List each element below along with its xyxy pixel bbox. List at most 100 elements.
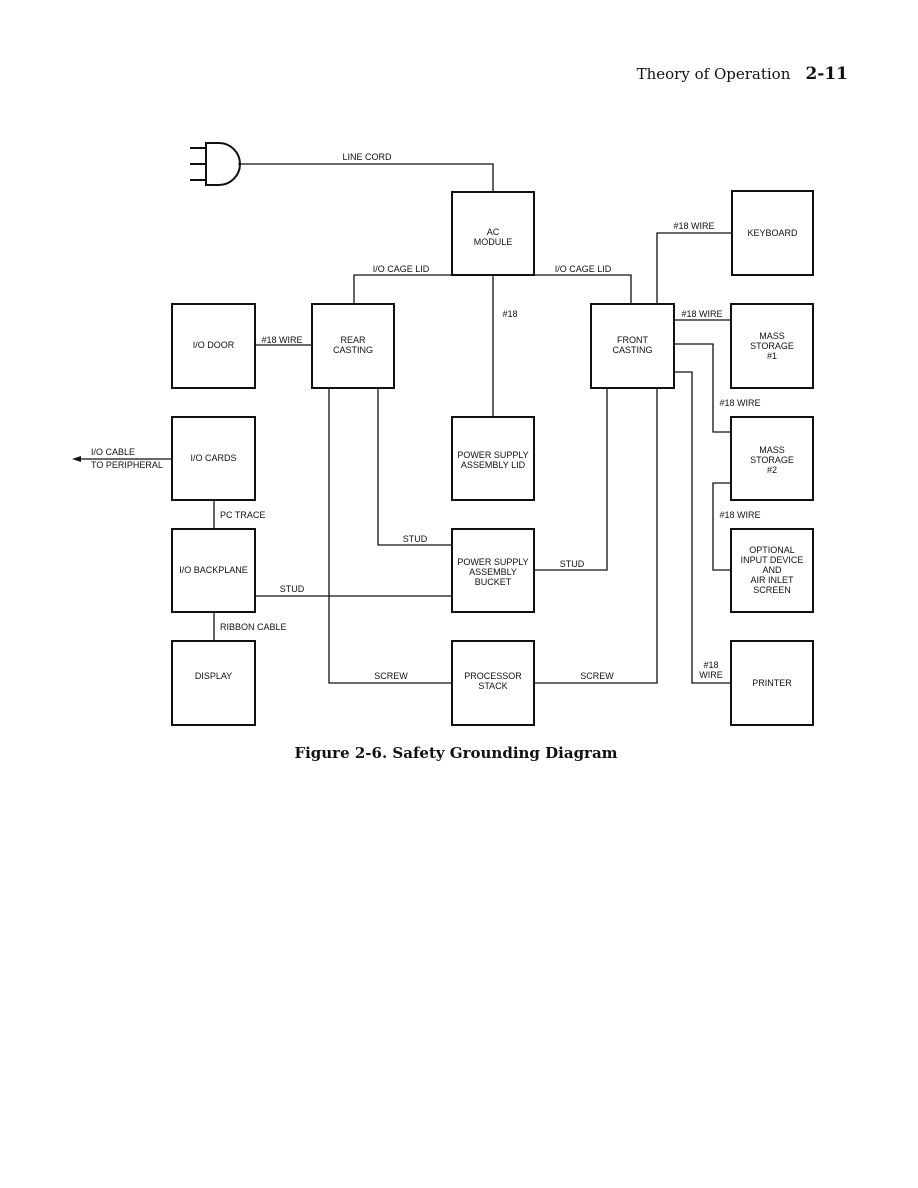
- box-io-backplane: I/O BACKPLANE: [171, 528, 256, 613]
- box-label-line: STORAGE: [750, 341, 794, 351]
- box-label-line: AIR INLET: [750, 575, 794, 585]
- box-frame: [171, 640, 256, 726]
- box-power-supply-bucket: POWER SUPPLY ASSEMBLY BUCKET: [451, 528, 535, 613]
- power-plug-icon: [190, 142, 241, 186]
- wire-label-line: #18 WIRE: [681, 309, 722, 319]
- box-label-line: KEYBOARD: [747, 228, 798, 238]
- box-label-line: INPUT DEVICE: [741, 555, 804, 565]
- wire-label-line: SCREW: [580, 671, 614, 681]
- box-label-line: MASS: [759, 445, 785, 455]
- wire-label-line: RIBBON CABLE: [220, 622, 287, 632]
- box-label-line: FRONT: [617, 335, 648, 345]
- box-label-line: POWER SUPPLY: [457, 450, 528, 460]
- ground-wire: [674, 343, 731, 433]
- box-optional-input: OPTIONAL INPUT DEVICE AND AIR INLET SCREEN: [730, 528, 814, 613]
- box-label-line: ASSEMBLY LID: [461, 460, 526, 470]
- wire-label-line: TO PERIPHERAL: [91, 460, 163, 470]
- wire-label-door-wire: #18 WIRE: [261, 335, 302, 345]
- box-processor-stack: PROCESSOR STACK: [451, 640, 535, 726]
- wire-label-io-cage-lid-right: I/O CAGE LID: [555, 264, 612, 274]
- wire-label-line: I/O CAGE LID: [555, 264, 612, 274]
- box-label-line: CASTING: [333, 345, 373, 355]
- box-power-supply-lid: POWER SUPPLY ASSEMBLY LID: [451, 416, 535, 501]
- wire-label-line: #18 WIRE: [261, 335, 302, 345]
- wire-label-line: I/O CAGE LID: [373, 264, 430, 274]
- wire-label-ms1-wire: #18 WIRE: [681, 309, 722, 319]
- wire-label-rear-stud: STUD: [403, 534, 428, 544]
- figure-caption: Figure 2-6. Safety Grounding Diagram: [294, 744, 618, 762]
- box-label-line: BUCKET: [475, 577, 512, 587]
- box-ac-module: AC MODULE: [451, 191, 535, 276]
- wire-label-keyboard-wire: #18 WIRE: [673, 221, 714, 231]
- box-front-casting: FRONT CASTING: [590, 303, 675, 389]
- wire-label-ribbon-cable: RIBBON CABLE: [220, 622, 287, 632]
- wire-label-line: #18 WIRE: [719, 398, 760, 408]
- box-label-line: DISPLAY: [195, 671, 232, 681]
- wire-label-pc-trace: PC TRACE: [220, 510, 265, 520]
- wire-label-ms2-wire: #18 WIRE: [719, 398, 760, 408]
- wire-label-line: I/O CABLE: [91, 447, 135, 457]
- ground-wire: [238, 163, 494, 192]
- box-label-line: PROCESSOR: [464, 671, 522, 681]
- box-label-line: POWER SUPPLY: [457, 557, 528, 567]
- ground-wire: [712, 482, 731, 571]
- box-label-line: PRINTER: [752, 678, 792, 688]
- box-io-door: I/O DOOR: [171, 303, 256, 389]
- wire-label-front-screw: SCREW: [580, 671, 614, 681]
- wire-label-line: LINE CORD: [342, 152, 392, 162]
- wire-label-line: #18 WIRE: [719, 510, 760, 520]
- ground-wire: [674, 371, 731, 684]
- box-label-line: ASSEMBLY: [469, 567, 517, 577]
- box-label-line: OPTIONAL: [749, 545, 795, 555]
- wire-label-line: #18 WIRE: [673, 221, 714, 231]
- wire-label-line: #18: [703, 660, 718, 670]
- wire-label-line: #18: [502, 309, 517, 319]
- box-label: I/O DOOR: [193, 340, 235, 350]
- box-label-line: STORAGE: [750, 455, 794, 465]
- ground-wire: [656, 232, 732, 304]
- wire-label-line-cord: LINE CORD: [342, 152, 392, 162]
- wire-label-optional-wire: #18 WIRE: [719, 510, 760, 520]
- box-label-line: AC: [487, 227, 500, 237]
- ground-wire: [534, 388, 608, 571]
- box-label-line: MASS: [759, 331, 785, 341]
- box-label: FRONT CASTING: [612, 335, 652, 355]
- arrow-left-icon: [72, 456, 81, 462]
- box-label-line: AND: [762, 565, 782, 575]
- box-keyboard: KEYBOARD: [731, 190, 814, 276]
- box-mass-storage-1: MASS STORAGE #1: [730, 303, 814, 389]
- ground-wire: [328, 388, 452, 684]
- wire-label-backplane-stud: STUD: [280, 584, 305, 594]
- box-label: POWER SUPPLY ASSEMBLY LID: [457, 450, 528, 470]
- box-printer: PRINTER: [730, 640, 814, 726]
- box-label-line: I/O BACKPLANE: [179, 565, 248, 575]
- box-label: KEYBOARD: [747, 228, 798, 238]
- box-mass-storage-2: MASS STORAGE #2: [730, 416, 814, 501]
- box-io-cards: I/O CARDS: [171, 416, 256, 501]
- box-label-line: #2: [767, 465, 777, 475]
- wire-label-printer-wire: #18 WIRE: [699, 660, 723, 680]
- wire-label-line: PC TRACE: [220, 510, 265, 520]
- wire-label-rear-screw: SCREW: [374, 671, 408, 681]
- wire-label-line: STUD: [403, 534, 428, 544]
- plug-body: [205, 142, 241, 186]
- wire-label-ac-to-lid: #18: [502, 309, 517, 319]
- box-label: DISPLAY: [195, 671, 232, 681]
- wire-label-line: STUD: [560, 559, 585, 569]
- wire-label-line: STUD: [280, 584, 305, 594]
- box-label-line: CASTING: [612, 345, 652, 355]
- box-label-line: I/O DOOR: [193, 340, 235, 350]
- wire-label-line: SCREW: [374, 671, 408, 681]
- box-label-line: SCREEN: [753, 585, 791, 595]
- ground-wire: [377, 388, 452, 546]
- ground-wire: [534, 388, 658, 684]
- box-label-line: MODULE: [474, 237, 513, 247]
- box-label: I/O BACKPLANE: [179, 565, 248, 575]
- safety-grounding-diagram: AC MODULE KEYBOARD I/O DOOR REAR CASTING FRONT…: [72, 142, 814, 726]
- box-label-line: #1: [767, 351, 777, 361]
- wire-label-line: WIRE: [699, 670, 723, 680]
- box-label-line: I/O CARDS: [190, 453, 236, 463]
- box-rear-casting: REAR CASTING: [311, 303, 395, 389]
- wire-label-io-cage-lid-left: I/O CAGE LID: [373, 264, 430, 274]
- box-display: DISPLAY: [171, 640, 256, 726]
